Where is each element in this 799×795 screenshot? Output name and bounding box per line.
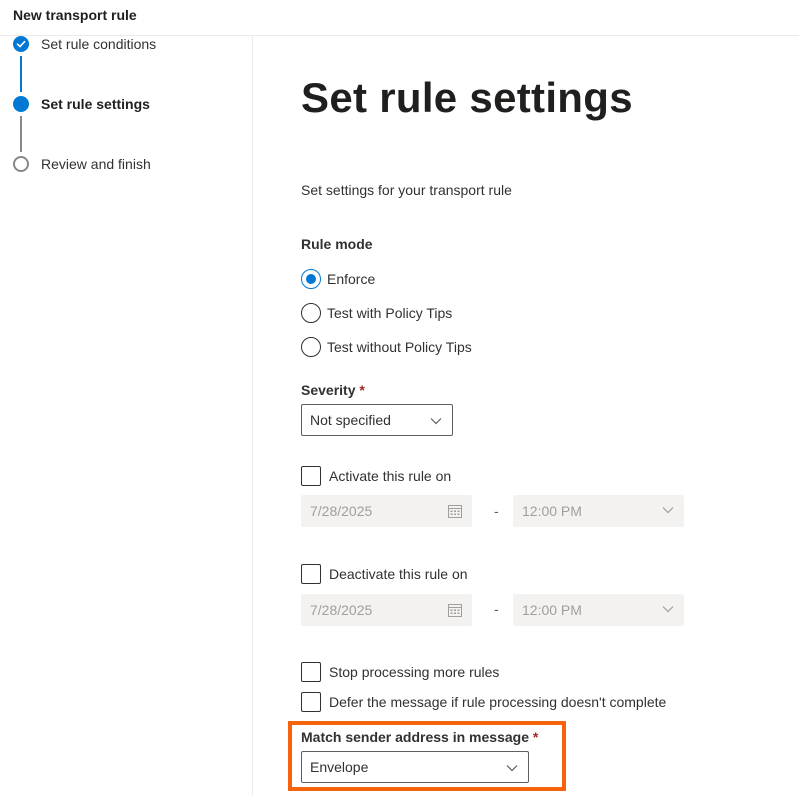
checkbox-box[interactable] — [301, 466, 321, 486]
step-connector-completed — [20, 56, 22, 92]
checkbox-box[interactable] — [301, 662, 321, 682]
date-time-separator: - — [494, 503, 499, 519]
severity-dropdown-value: Not specified — [310, 412, 391, 428]
step-completed-checkmark-icon — [13, 36, 29, 52]
radio-test-with-policy-tips[interactable]: Test with Policy Tips — [301, 303, 452, 323]
step-set-rule-conditions[interactable]: Set rule conditions — [41, 36, 156, 52]
checkbox-label: Activate this rule on — [329, 468, 452, 484]
page-subtitle: Set settings for your transport rule — [301, 182, 512, 198]
chevron-down-icon — [506, 765, 518, 772]
activate-time-dropdown: 12:00 PM — [513, 495, 684, 527]
step-pending-indicator-icon — [13, 156, 29, 172]
severity-label: Severity * — [301, 382, 365, 398]
deactivate-time-value: 12:00 PM — [522, 602, 582, 618]
radio-label: Test without Policy Tips — [327, 339, 472, 355]
required-marker: * — [532, 729, 539, 745]
date-time-separator: - — [494, 601, 499, 617]
deactivate-date-value: 7/28/2025 — [310, 602, 373, 618]
checkbox-label: Defer the message if rule processing doe… — [329, 694, 667, 710]
defer-message-checkbox[interactable]: Defer the message if rule processing doe… — [301, 692, 666, 712]
severity-dropdown[interactable]: Not specified — [301, 404, 453, 436]
checkbox-box[interactable] — [301, 692, 321, 712]
calendar-icon — [448, 604, 462, 617]
chevron-down-icon — [662, 507, 674, 514]
activate-date-picker: 7/28/2025 — [301, 495, 472, 527]
panel-title: New transport rule — [13, 7, 137, 23]
calendar-icon — [448, 505, 462, 518]
step-connector-pending — [20, 116, 22, 152]
wizard-stepper: Set rule conditions Set rule settings Re… — [0, 36, 253, 795]
chevron-down-icon — [662, 606, 674, 613]
chevron-down-icon — [430, 418, 442, 425]
match-sender-dropdown-value: Envelope — [310, 759, 369, 775]
checkbox-label: Deactivate this rule on — [329, 566, 468, 582]
match-sender-dropdown[interactable]: Envelope — [301, 751, 529, 783]
settings-form: Set rule settings Set settings for your … — [254, 36, 799, 795]
radio-label: Test with Policy Tips — [327, 305, 453, 321]
radio-button[interactable] — [301, 303, 321, 323]
rule-mode-label: Rule mode — [301, 236, 373, 252]
radio-test-without-policy-tips[interactable]: Test without Policy Tips — [301, 337, 472, 357]
radio-enforce[interactable]: Enforce — [301, 269, 375, 289]
step-set-rule-settings: Set rule settings — [41, 96, 150, 112]
required-marker: * — [359, 382, 365, 398]
panel-header: New transport rule — [0, 0, 799, 36]
stop-processing-checkbox[interactable]: Stop processing more rules — [301, 662, 499, 682]
activate-rule-checkbox[interactable]: Activate this rule on — [301, 466, 451, 486]
match-sender-label: Match sender address in message * — [301, 729, 538, 745]
activate-date-value: 7/28/2025 — [310, 503, 373, 519]
checkbox-label: Stop processing more rules — [329, 664, 500, 680]
match-sender-label-text: Match sender address in message — [301, 729, 529, 745]
radio-label: Enforce — [327, 271, 376, 287]
deactivate-time-dropdown: 12:00 PM — [513, 594, 684, 626]
step-current-indicator-icon — [13, 96, 29, 112]
step-review-and-finish: Review and finish — [41, 156, 151, 172]
deactivate-date-picker: 7/28/2025 — [301, 594, 472, 626]
radio-button[interactable] — [301, 337, 321, 357]
radio-button[interactable] — [301, 269, 321, 289]
checkbox-box[interactable] — [301, 564, 321, 584]
deactivate-rule-checkbox[interactable]: Deactivate this rule on — [301, 564, 468, 584]
page-title: Set rule settings — [301, 74, 633, 121]
activate-time-value: 12:00 PM — [522, 503, 582, 519]
severity-label-text: Severity — [301, 382, 356, 398]
